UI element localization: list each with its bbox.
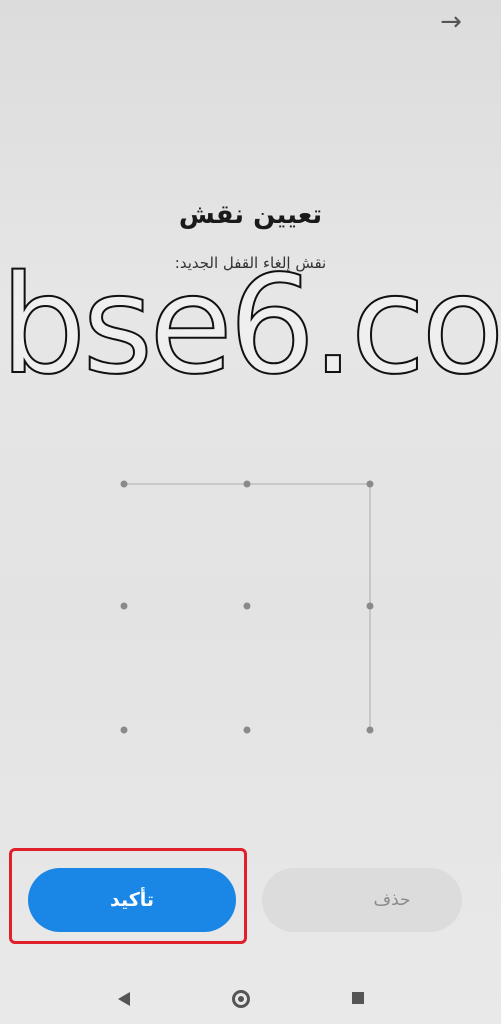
- pattern-lock-grid[interactable]: [0, 440, 501, 770]
- confirm-button[interactable]: تأكيد: [28, 868, 236, 932]
- delete-button[interactable]: حذف: [262, 868, 462, 932]
- page-title: تعيين نقش: [178, 200, 323, 230]
- pattern-dot[interactable]: [243, 602, 251, 610]
- triangle-back-icon[interactable]: [118, 992, 130, 1006]
- circle-home-icon[interactable]: [232, 990, 250, 1008]
- set-pattern-screen: → تعيين نقش نقش إلغاء القفل الجديد: bse6…: [0, 0, 501, 1024]
- pattern-dot[interactable]: [366, 480, 374, 488]
- pattern-canvas[interactable]: [0, 440, 501, 770]
- square-recents-icon[interactable]: [352, 992, 364, 1004]
- arrow-right-icon[interactable]: →: [437, 8, 465, 36]
- pattern-dot[interactable]: [243, 480, 251, 488]
- pattern-dot[interactable]: [366, 726, 374, 734]
- watermark: bse6.com: [0, 247, 501, 405]
- pattern-dot[interactable]: [120, 726, 128, 734]
- pattern-dot[interactable]: [120, 602, 128, 610]
- pattern-dot[interactable]: [120, 480, 128, 488]
- navigation-bar: [0, 976, 501, 1024]
- pattern-dot[interactable]: [366, 602, 374, 610]
- pattern-dot[interactable]: [243, 726, 251, 734]
